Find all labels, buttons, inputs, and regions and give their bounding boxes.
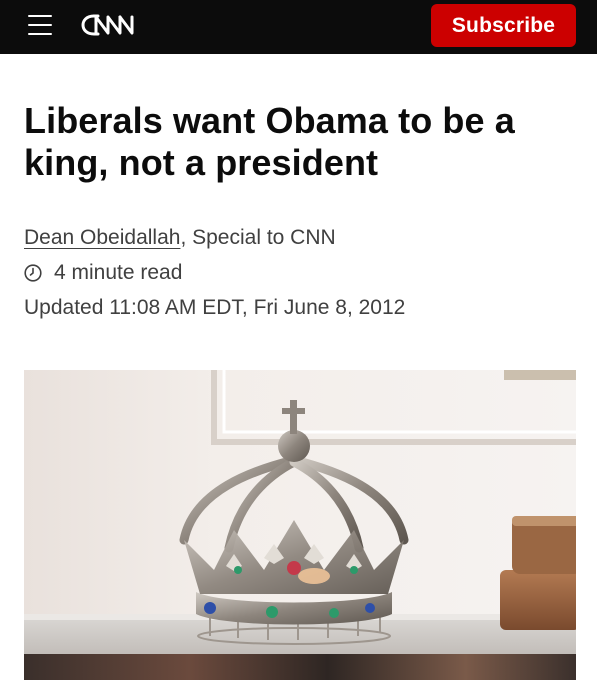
top-navigation-bar: Subscribe <box>0 0 597 54</box>
hero-image[interactable] <box>24 370 576 680</box>
byline: Dean Obeidallah, Special to CNN <box>24 224 336 252</box>
hamburger-menu-icon[interactable] <box>28 14 52 36</box>
read-time: 4 minute read <box>24 259 182 287</box>
updated-timestamp: Updated 11:08 AM EDT, Fri June 8, 2012 <box>24 296 406 319</box>
cnn-logo[interactable] <box>80 9 142 41</box>
author-link[interactable]: Dean Obeidallah <box>24 226 180 249</box>
subscribe-button[interactable]: Subscribe <box>431 4 576 47</box>
clock-icon <box>24 264 42 282</box>
byline-suffix: , Special to CNN <box>180 226 336 249</box>
crown-photo <box>24 370 576 680</box>
article-headline: Liberals want Obama to be a king, not a … <box>24 100 515 183</box>
read-time-label: 4 minute read <box>54 261 183 284</box>
